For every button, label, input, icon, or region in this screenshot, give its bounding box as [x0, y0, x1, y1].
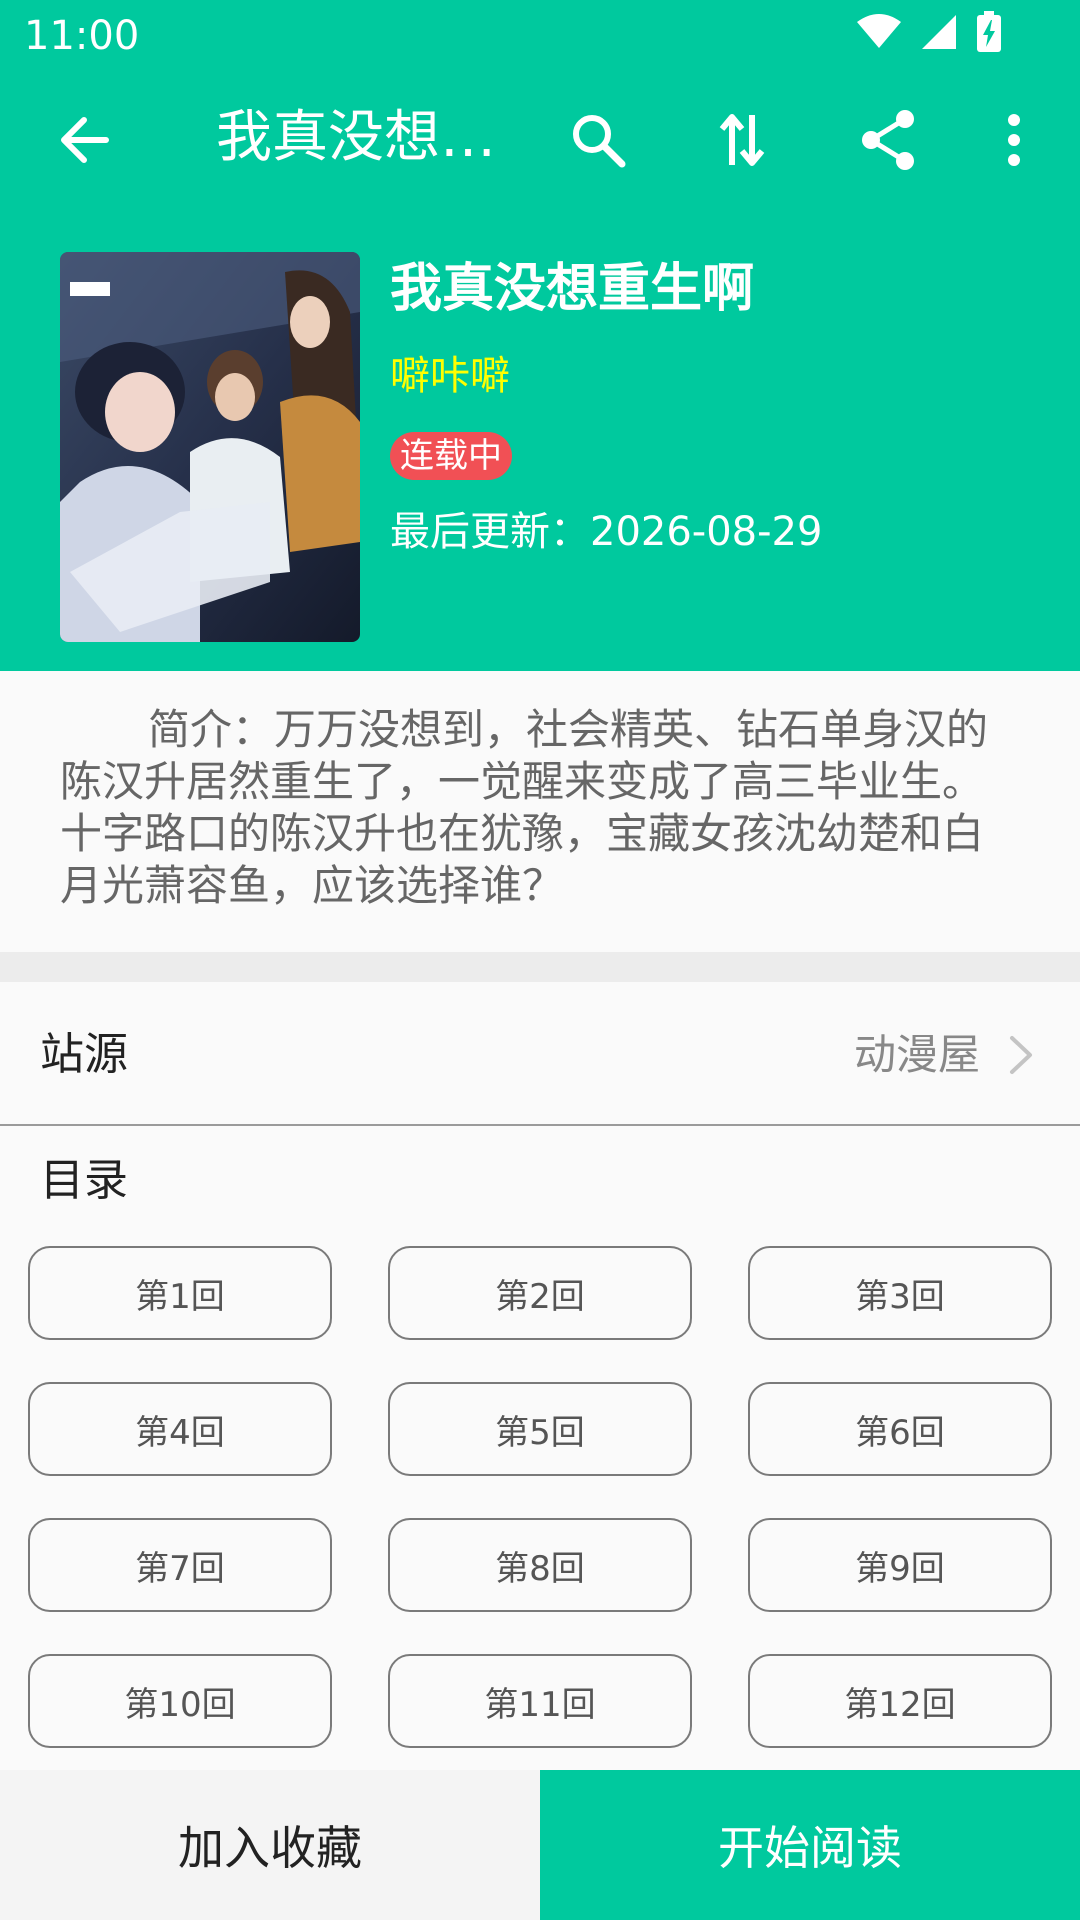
book-intro: 简介：万万没想到，社会精英、钻石单身汉的陈汉升居然重生了，一觉醒来变成了高三毕业… [60, 705, 989, 910]
book-title: 我真没想重生啊 [390, 259, 755, 319]
chapter-button[interactable]: 第1回 [28, 1246, 332, 1340]
signal-icon [920, 13, 958, 55]
status-bar: 11:00 [0, 0, 1080, 72]
status-icons [856, 11, 1002, 57]
status-time: 11:00 [24, 13, 140, 59]
battery-charging-icon [976, 11, 1002, 57]
chapter-button[interactable]: 第5回 [388, 1382, 692, 1476]
divider [0, 1124, 1080, 1126]
more-vert-icon[interactable] [974, 100, 1054, 180]
share-icon[interactable] [848, 100, 928, 180]
source-value: 动漫屋 [853, 1030, 980, 1079]
status-badge: 连载中 [390, 432, 512, 480]
toolbar-title: 我真没想… [216, 105, 496, 170]
chapter-button[interactable]: 第8回 [388, 1518, 692, 1612]
back-arrow-icon[interactable] [44, 100, 124, 180]
chapter-button[interactable]: 第11回 [388, 1654, 692, 1748]
toolbar: 我真没想… [0, 72, 1080, 204]
chapter-button[interactable]: 第10回 [28, 1654, 332, 1748]
chapter-button[interactable]: 第9回 [748, 1518, 1052, 1612]
last-update: 最后更新：2026-08-29 [390, 509, 823, 555]
sort-icon[interactable] [702, 100, 782, 180]
wifi-icon [856, 14, 902, 54]
search-icon[interactable] [558, 100, 638, 180]
book-author[interactable]: 噼咔噼 [390, 350, 510, 402]
start-reading-button[interactable]: 开始阅读 [540, 1770, 1080, 1920]
chevron-right-icon [1000, 1032, 1040, 1078]
chapter-button[interactable]: 第7回 [28, 1518, 332, 1612]
chapter-button[interactable]: 第4回 [28, 1382, 332, 1476]
add-favorite-button[interactable]: 加入收藏 [0, 1770, 540, 1920]
source-label: 站源 [40, 1029, 128, 1080]
chapter-button[interactable]: 第3回 [748, 1246, 1052, 1340]
book-cover[interactable] [60, 252, 360, 642]
catalog-title: 目录 [40, 1155, 128, 1206]
bottom-action-bar: 加入收藏 开始阅读 [0, 1770, 1080, 1920]
chapter-button[interactable]: 第2回 [388, 1246, 692, 1340]
source-row[interactable]: 站源 动漫屋 [0, 982, 1080, 1124]
chapter-button[interactable]: 第6回 [748, 1382, 1052, 1476]
section-divider [0, 952, 1080, 982]
chapter-button[interactable]: 第12回 [748, 1654, 1052, 1748]
